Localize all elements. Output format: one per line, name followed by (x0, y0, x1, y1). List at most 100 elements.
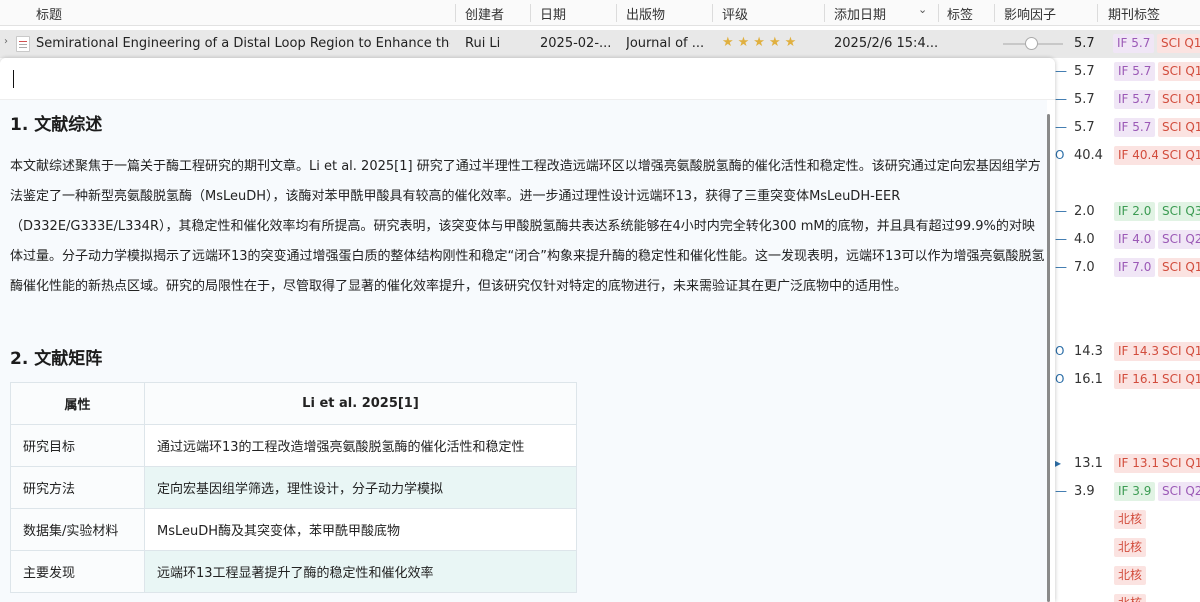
table-row[interactable]: — 7.0 IF 7.0 SCI Q1 (1055, 254, 1200, 282)
if-tag: IF 40.4 (1114, 146, 1163, 165)
table-row[interactable]: 北核 (1055, 534, 1200, 562)
table-row: 主要发现 远端环13工程显著提升了酶的稳定性和催化效率 (10, 550, 577, 593)
if-tag: IF 3.9 (1114, 482, 1156, 501)
table-row[interactable]: — 5.7 IF 5.7 SCI Q1 (1055, 58, 1200, 86)
rating-stars-icon[interactable]: ★★★★★ (722, 35, 800, 50)
table-cell: 研究方法 (10, 466, 145, 509)
document-icon (16, 36, 30, 52)
review-paragraph: 本文献综述聚焦于一篇关于酶工程研究的期刊文章。Li et al. 2025[1]… (10, 159, 1045, 294)
column-rating[interactable]: 评级 (722, 4, 748, 23)
column-tags[interactable]: 标签 (947, 4, 973, 23)
chevron-down-icon[interactable]: ⌄ (918, 3, 927, 16)
if-tag: IF 13.1 (1114, 454, 1163, 473)
sci-tag: SCI Q1 (1158, 454, 1200, 473)
table-cell: 通过远端环13的工程改造增强亮氨酸脱氢酶的催化活性和稳定性 (144, 424, 577, 467)
row-title: Semirational Engineering of a Distal Loo… (36, 36, 450, 51)
column-creator[interactable]: 创建者 (465, 4, 504, 23)
note-panel[interactable]: 1. 文献综述 本文献综述聚焦于一篇关于酶工程研究的期刊文章。Li et al.… (0, 58, 1055, 602)
row-impact-factor: 40.4 (1074, 148, 1103, 163)
table-header-row: 属性 Li et al. 2025[1] (10, 382, 577, 425)
row-marker-icon: O (1055, 344, 1065, 358)
if-tag: IF 16.1 (1114, 370, 1163, 389)
row-date-added: 2025/2/6 15:4... (834, 36, 939, 51)
column-separator[interactable] (994, 4, 995, 22)
if-tag: IF 5.7 (1113, 34, 1155, 53)
if-tag: IF 2.0 (1114, 202, 1156, 221)
table-row-selected[interactable]: › Semirational Engineering of a Distal L… (0, 30, 1200, 58)
if-tag: IF 5.7 (1114, 118, 1156, 137)
column-title[interactable]: 标题 (36, 4, 62, 23)
table-header-cell: 属性 (10, 382, 145, 425)
vertical-scrollbar[interactable] (1047, 114, 1050, 602)
column-date[interactable]: 日期 (540, 4, 566, 23)
sci-tag: SCI Q1 (1158, 342, 1200, 361)
table-cell: 远端环13工程显著提升了酶的稳定性和催化效率 (144, 550, 577, 593)
if-tag: IF 7.0 (1114, 258, 1156, 277)
table-row[interactable]: O 16.1 IF 16.1 SCI Q1 (1055, 366, 1200, 394)
row-marker-icon: O (1055, 148, 1065, 162)
table-row[interactable]: O 40.4 IF 40.4 SCI Q1 (1055, 142, 1200, 170)
row-creator: Rui Li (465, 36, 501, 51)
table-row[interactable]: 北核 (1055, 562, 1200, 590)
column-separator[interactable] (616, 4, 617, 22)
row-impact-factor: 4.0 (1074, 232, 1095, 247)
row-impact-factor: 5.7 (1074, 36, 1095, 51)
column-publication[interactable]: 出版物 (626, 4, 665, 23)
row-impact-factor: 14.3 (1074, 344, 1103, 359)
row-date: 2025-02-... (540, 36, 612, 51)
table-row[interactable]: — 3.9 IF 3.9 SCI Q2 (1055, 478, 1200, 506)
row-marker-icon: — (1055, 120, 1067, 134)
row-impact-factor: 3.9 (1074, 484, 1095, 499)
table-row: 数据集/实验材料 MsLeuDH酶及其突变体，苯甲酰甲酸底物 (10, 508, 577, 551)
row-publication: Journal of ... (626, 36, 705, 51)
row-marker-icon: — (1055, 484, 1067, 498)
column-separator[interactable] (712, 4, 713, 22)
column-date-added[interactable]: 添加日期 (834, 4, 886, 23)
beihe-tag: 北核 (1114, 566, 1147, 585)
table-row[interactable]: 北核 (1055, 506, 1200, 534)
column-separator[interactable] (530, 4, 531, 22)
row-marker-icon: ▸ (1055, 456, 1062, 470)
row-marker-icon: — (1055, 64, 1067, 78)
table-row[interactable]: ▸ 13.1 IF 13.1 SCI Q1 (1055, 450, 1200, 478)
text-caret (13, 70, 14, 88)
section-heading-review: 1. 文献综述 (10, 115, 103, 135)
column-journal-tags[interactable]: 期刊标签 (1108, 4, 1160, 23)
sci-tag: SCI Q1 (1158, 118, 1200, 137)
if-tag: IF 5.7 (1114, 90, 1156, 109)
column-impact-factor[interactable]: 影响因子 (1004, 4, 1056, 23)
row-marker-icon: — (1055, 260, 1067, 274)
impact-slider-knob[interactable] (1025, 37, 1038, 50)
table-row[interactable]: — 2.0 IF 2.0 SCI Q3 (1055, 198, 1200, 226)
beihe-tag: 北核 (1114, 510, 1147, 529)
row-impact-factor: 16.1 (1074, 372, 1103, 387)
column-separator[interactable] (455, 4, 456, 22)
note-editor-toolbar[interactable] (0, 58, 1055, 100)
table-cell: 定向宏基因组学筛选，理性设计，分子动力学模拟 (144, 466, 577, 509)
table-row: 研究目标 通过远端环13的工程改造增强亮氨酸脱氢酶的催化活性和稳定性 (10, 424, 577, 467)
row-impact-factor: 5.7 (1074, 92, 1095, 107)
if-tag: IF 14.3 (1114, 342, 1163, 361)
beihe-tag: 北核 (1114, 538, 1147, 557)
note-content[interactable]: 1. 文献综述 本文献综述聚焦于一篇关于酶工程研究的期刊文章。Li et al.… (0, 100, 1047, 602)
table-row[interactable]: — 5.7 IF 5.7 SCI Q1 (1055, 114, 1200, 142)
column-separator[interactable] (1097, 4, 1098, 22)
sci-tag: SCI Q3 (1158, 202, 1200, 221)
column-separator[interactable] (938, 4, 939, 22)
table-row[interactable]: — 5.7 IF 5.7 SCI Q1 (1055, 86, 1200, 114)
table-row[interactable]: 北核 (1055, 590, 1200, 602)
sci-tag: SCI Q1 (1158, 62, 1200, 81)
sci-tag: SCI Q1 (1158, 370, 1200, 389)
literature-matrix-table: 属性 Li et al. 2025[1] 研究目标 通过远端环13的工程改造增强… (10, 382, 577, 593)
sci-tag: SCI Q1 (1158, 90, 1200, 109)
column-separator[interactable] (824, 4, 825, 22)
table-row[interactable]: O 14.3 IF 14.3 SCI Q1 (1055, 338, 1200, 366)
if-tag: IF 4.0 (1114, 230, 1156, 249)
row-marker-icon: O (1055, 372, 1065, 386)
sci-tag: SCI Q2 (1158, 482, 1200, 501)
expand-chevron-icon[interactable]: › (4, 36, 8, 47)
section-heading-matrix: 2. 文献矩阵 (10, 349, 103, 369)
table-row[interactable]: — 4.0 IF 4.0 SCI Q2 (1055, 226, 1200, 254)
row-marker-icon: — (1055, 92, 1067, 106)
row-marker-icon: — (1055, 204, 1067, 218)
